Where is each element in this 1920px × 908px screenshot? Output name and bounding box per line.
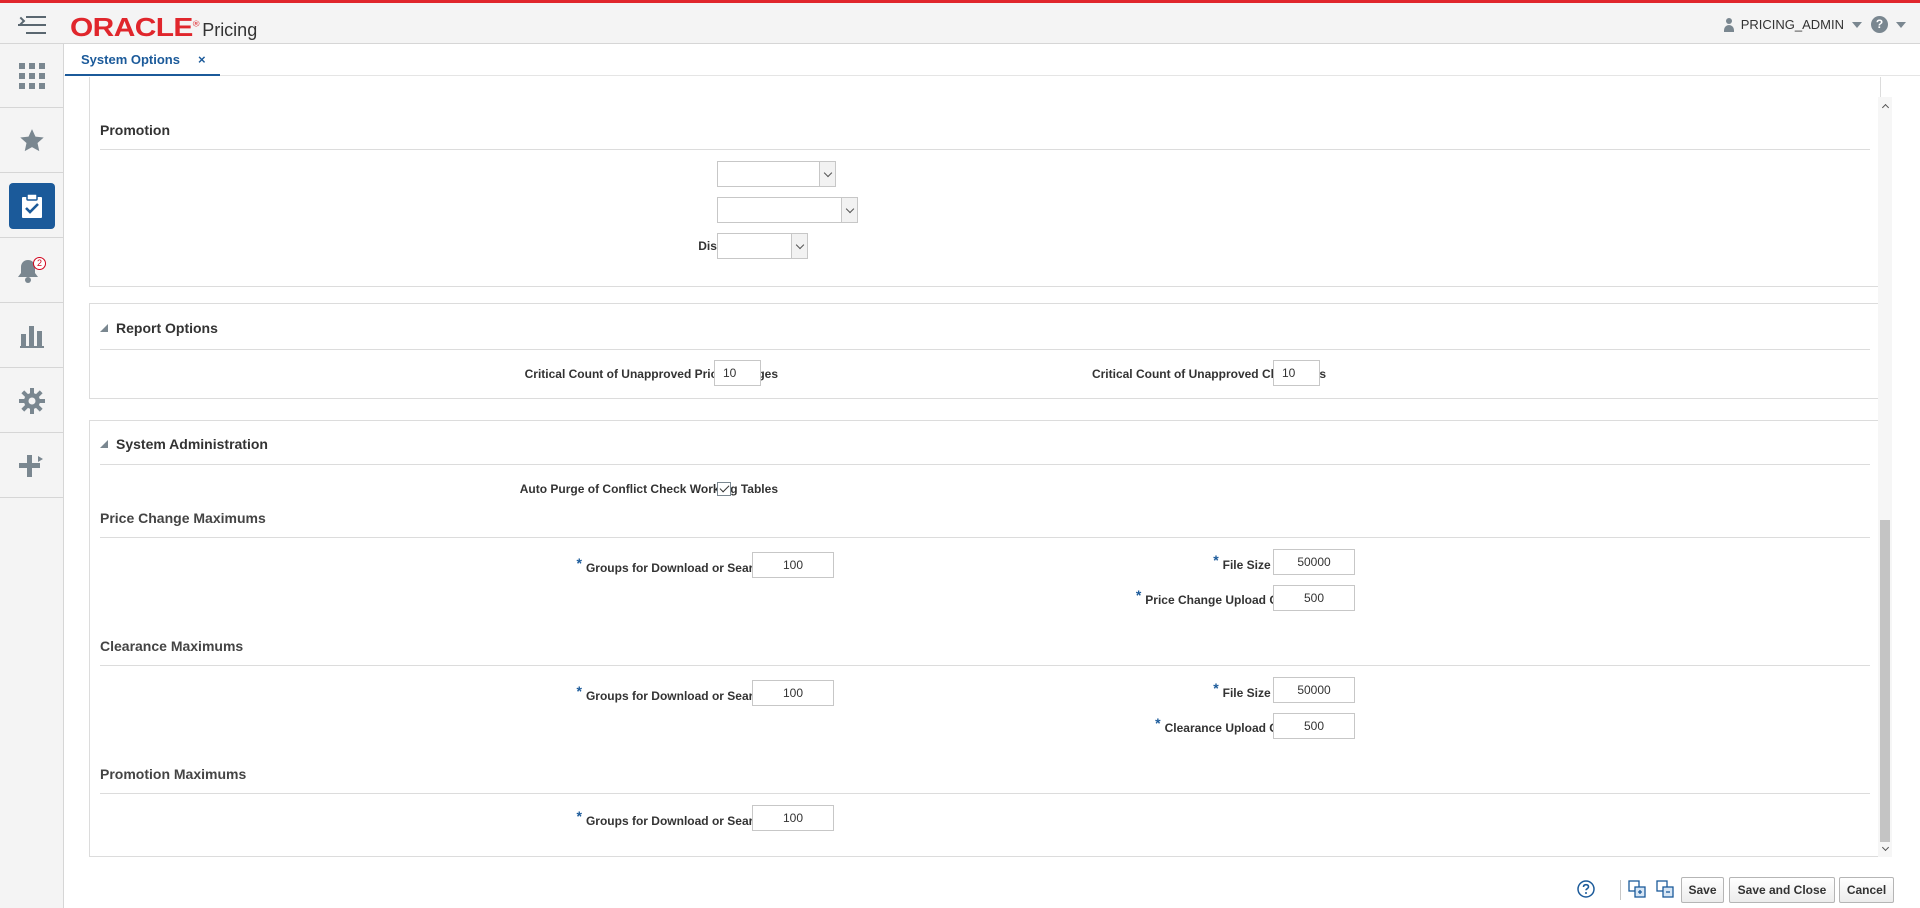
chevron-down-icon xyxy=(1852,21,1862,28)
gear-icon xyxy=(18,387,45,414)
expand-all-icon[interactable] xyxy=(1627,879,1647,899)
required-mark: * xyxy=(1155,715,1161,731)
pc-groups-input[interactable] xyxy=(752,552,834,578)
cl-groups-input[interactable] xyxy=(752,680,834,706)
divider xyxy=(100,149,1870,150)
top-header: ORACLE® Pricing PRICING_ADMIN ? xyxy=(0,0,1920,44)
promotion-maximums-title: Promotion Maximums xyxy=(100,766,247,782)
cl-chunk-input[interactable] xyxy=(1273,713,1355,739)
critical-clearances-label: Critical Count of Unapproved Clearances xyxy=(1091,367,1326,381)
system-admin-header[interactable]: System Administration xyxy=(100,436,268,452)
chevron-down-icon xyxy=(1896,21,1906,28)
pm-groups-input[interactable] xyxy=(752,805,834,831)
discount-type-select[interactable] xyxy=(717,233,808,259)
sidebar-item-reports[interactable] xyxy=(0,304,63,368)
divider xyxy=(100,464,1870,465)
tab-label: System Options xyxy=(81,51,180,67)
collapse-triangle-icon xyxy=(100,324,108,332)
report-options-panel: Report Options Critical Count of Unappro… xyxy=(89,303,1881,399)
menu-toggle-icon[interactable] xyxy=(16,14,46,36)
content-area: Promotion Item Level Diff Type Discount … xyxy=(64,77,1920,908)
auto-purge-checkbox[interactable] xyxy=(717,482,731,496)
price-change-maximums-title: Price Change Maximums xyxy=(100,510,266,526)
brand: ORACLE® Pricing xyxy=(70,12,257,43)
required-mark: * xyxy=(1135,587,1142,603)
sidebar-item-favorites[interactable] xyxy=(0,109,63,173)
tab-system-options[interactable]: System Options × xyxy=(65,44,220,76)
sidebar-item-settings[interactable] xyxy=(0,369,63,433)
critical-price-changes-input[interactable] xyxy=(714,360,761,386)
cancel-button[interactable]: Cancel xyxy=(1839,877,1894,903)
app-name: Pricing xyxy=(202,20,258,40)
bar-chart-icon xyxy=(19,325,44,348)
footer-divider xyxy=(1620,880,1621,900)
help-icon: ? xyxy=(1871,16,1888,33)
scroll-up-icon[interactable] xyxy=(1880,99,1890,111)
tab-strip: System Options × xyxy=(64,44,1920,76)
report-options-header[interactable]: Report Options xyxy=(100,320,218,336)
sidebar-item-tasks[interactable] xyxy=(0,174,63,238)
save-and-close-button[interactable]: Save and Close xyxy=(1729,877,1835,903)
cl-file-size-input[interactable] xyxy=(1273,677,1355,703)
collapse-all-icon[interactable] xyxy=(1655,879,1675,899)
clearance-maximums-title: Clearance Maximums xyxy=(100,638,244,654)
pc-chunk-input[interactable] xyxy=(1273,585,1355,611)
scroll-down-icon[interactable] xyxy=(1880,843,1890,855)
oracle-logo: ORACLE® xyxy=(70,12,200,42)
divider xyxy=(100,665,1870,666)
star-icon xyxy=(19,128,44,151)
sidebar-item-notifications[interactable]: 2 xyxy=(0,239,63,303)
help-icon[interactable] xyxy=(1576,879,1596,899)
sidebar: 2 xyxy=(0,44,64,908)
required-mark: * xyxy=(1213,680,1219,696)
required-mark: * xyxy=(576,555,582,571)
active-tile xyxy=(8,182,55,229)
chevron-down-icon[interactable] xyxy=(841,198,857,222)
notification-badge: 2 xyxy=(33,257,46,270)
chevron-down-icon[interactable] xyxy=(819,162,835,186)
critical-clearances-input[interactable] xyxy=(1273,360,1320,386)
help-menu[interactable]: ? xyxy=(1871,16,1906,33)
user-name: PRICING_ADMIN xyxy=(1740,17,1844,32)
grid-icon xyxy=(18,62,45,89)
plus-arrow-icon xyxy=(18,454,43,477)
chevron-down-icon[interactable] xyxy=(791,234,807,258)
promotion-panel: Promotion Item Level Diff Type Discount … xyxy=(89,77,1881,287)
promotion-title: Promotion xyxy=(100,122,170,138)
clipboard-check-icon xyxy=(21,192,42,218)
close-icon[interactable]: × xyxy=(198,52,206,67)
save-button[interactable]: Save xyxy=(1681,877,1724,903)
required-mark: * xyxy=(576,808,582,824)
item-level-select[interactable] xyxy=(717,161,836,187)
required-mark: * xyxy=(576,683,582,699)
collapse-triangle-icon xyxy=(100,440,108,448)
user-icon xyxy=(1723,17,1735,32)
user-menu[interactable]: PRICING_ADMIN xyxy=(1723,17,1862,32)
pc-file-size-input[interactable] xyxy=(1273,549,1355,575)
required-mark: * xyxy=(1213,552,1219,568)
divider xyxy=(100,349,1870,350)
sidebar-item-tasks-grid[interactable] xyxy=(0,44,63,108)
report-options-title: Report Options xyxy=(116,320,218,336)
system-admin-panel: System Administration Auto Purge of Conf… xyxy=(89,420,1881,857)
divider xyxy=(100,537,1870,538)
divider xyxy=(100,793,1870,794)
system-admin-title: System Administration xyxy=(116,436,268,452)
scrollbar-thumb[interactable] xyxy=(1880,520,1890,842)
sidebar-item-add[interactable] xyxy=(0,434,63,498)
diff-type-select[interactable] xyxy=(717,197,858,223)
